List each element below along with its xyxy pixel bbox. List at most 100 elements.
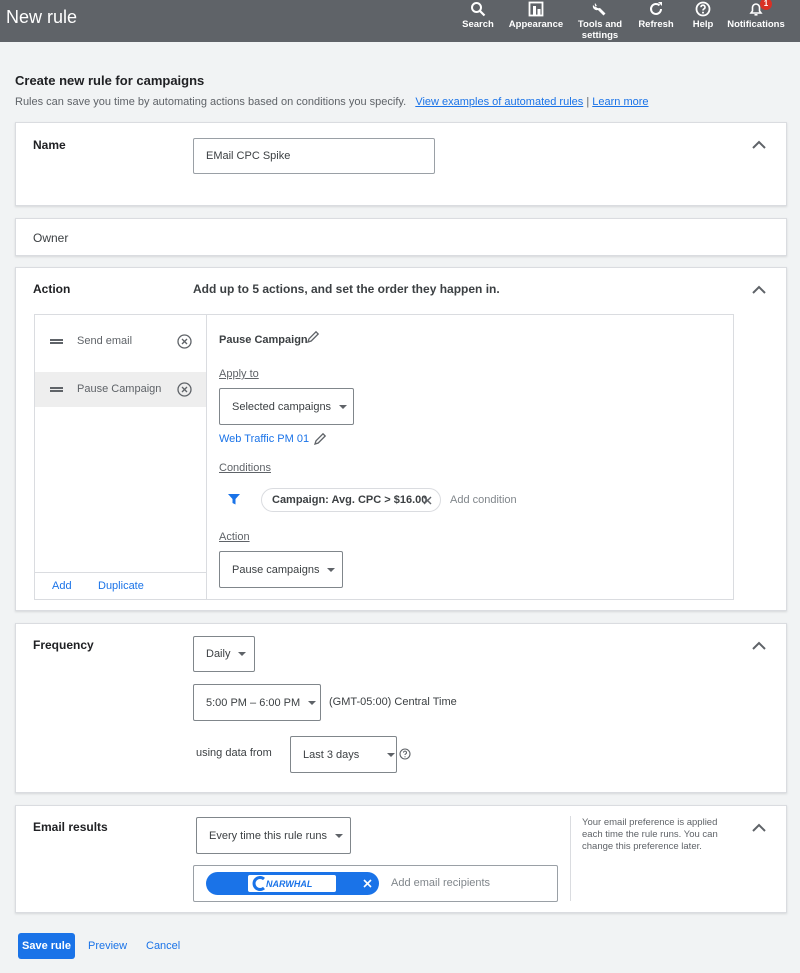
email-frequency-dropdown[interactable]: Every time this rule runs [196,817,351,854]
help-label: Help [692,19,714,30]
action-detail-title: Pause Campaign [219,334,308,346]
search-icon [471,2,486,17]
link-separator: | [586,96,590,108]
date-range-value: Last 3 days [303,748,360,761]
help-icon [695,1,711,17]
remove-circle-icon[interactable] [177,382,192,397]
help-button[interactable]: Help [688,0,718,30]
edit-pencil-icon[interactable] [306,330,320,344]
apply-to-label: Apply to [219,368,259,380]
refresh-button[interactable]: Refresh [636,0,676,30]
recipients-field[interactable]: NARWHAL Add email recipients [193,865,558,902]
recipient-chip-label: NARWHAL [266,879,313,889]
owner-label: Owner [33,231,69,245]
condition-chip[interactable]: Campaign: Avg. CPC > $16.00 [261,488,441,512]
name-input[interactable]: EMail CPC Spike [193,138,435,174]
edit-campaign-pencil-icon[interactable] [313,432,327,446]
add-condition-input[interactable]: Add condition [450,494,517,506]
frequency-label: Frequency [33,638,94,652]
collapse-action-chevron-icon[interactable] [752,285,766,295]
narwhal-logo-icon [252,876,265,891]
dropdown-caret-icon [327,567,336,572]
action-list: Send email Pause Campaign Add Duplicate [35,315,207,599]
collapse-frequency-chevron-icon[interactable] [752,641,766,651]
action-item-label: Pause Campaign [77,383,162,395]
collapse-name-chevron-icon[interactable] [752,140,766,150]
notifications-label: Notifications [727,19,785,30]
action-item-pause-campaign[interactable]: Pause Campaign [35,372,206,407]
recipient-chip[interactable]: NARWHAL [206,872,379,895]
filter-icon [228,494,240,505]
learn-more-link[interactable]: Learn more [592,96,648,108]
apply-to-value: Selected campaigns [232,400,332,413]
action-type-label: Action [219,531,250,543]
notifications-button[interactable]: 1 Notifications [726,0,786,30]
appearance-label: Appearance [508,19,564,30]
email-frequency-value: Every time this rule runs [209,829,327,842]
description-text: Rules can save you time by automating ac… [15,96,407,108]
action-type-value: Pause campaigns [232,563,320,576]
conditions-label: Conditions [219,462,271,474]
list-divider [35,572,206,573]
email-preference-note: Your email preference is applied each ti… [582,817,718,852]
examples-link[interactable]: View examples of automated rules [415,96,583,108]
add-recipients-input[interactable]: Add email recipients [391,877,490,889]
refresh-label: Refresh [638,19,674,30]
dropdown-caret-icon [308,700,317,705]
email-results-card: Email results Every time this rule runs … [15,805,787,913]
dropdown-caret-icon [334,833,343,838]
preview-button[interactable]: Preview [88,940,127,952]
search-button[interactable]: Search [460,0,496,30]
add-action-button[interactable]: Add [52,580,72,592]
drag-handle-icon[interactable] [50,339,63,344]
drag-handle-icon[interactable] [50,387,63,392]
action-item-label: Send email [77,335,133,347]
top-bar: New rule Search Appearance Tools and set… [0,0,800,42]
wrench-icon [592,3,606,16]
search-label: Search [462,19,494,30]
save-rule-button[interactable]: Save rule [18,933,75,959]
dropdown-caret-icon [339,404,348,409]
create-rule-heading: Create new rule for campaigns [15,73,205,88]
email-results-label: Email results [33,820,108,834]
note-divider [570,816,571,901]
tools-label-line2: settings [581,30,619,41]
action-label: Action [33,282,71,296]
page-title: New rule [6,7,78,27]
narwhal-logo: NARWHAL [248,875,336,892]
remove-condition-close-icon[interactable] [423,496,432,505]
cancel-button[interactable]: Cancel [146,940,180,952]
rule-description: Rules can save you time by automating ac… [15,96,649,108]
name-label: Name [33,138,66,152]
using-data-label: using data from [196,747,272,759]
notification-badge: 1 [760,0,772,10]
timezone-text: (GMT-05:00) Central Time [329,696,457,708]
action-card: Action Add up to 5 actions, and set the … [15,267,787,611]
action-item-send-email[interactable]: Send email [35,324,206,359]
tools-settings-button[interactable]: Tools and settings [574,0,626,41]
duplicate-action-button[interactable]: Duplicate [98,580,144,592]
date-range-dropdown[interactable]: Last 3 days [290,736,397,773]
refresh-icon [650,2,662,15]
action-hint: Add up to 5 actions, and set the order t… [193,282,500,296]
appearance-icon [528,1,544,17]
dropdown-caret-icon [238,652,247,656]
name-card: Name EMail CPC Spike [15,122,787,206]
action-editor: Send email Pause Campaign Add Duplicate … [34,314,734,600]
tools-label-line1: Tools and [577,19,623,30]
action-type-dropdown[interactable]: Pause campaigns [219,551,343,588]
appearance-button[interactable]: Appearance [507,0,565,30]
frequency-value: Daily [206,648,231,660]
remove-circle-icon[interactable] [177,334,192,349]
remove-recipient-close-icon[interactable] [363,879,372,888]
frequency-card: Frequency Daily 5:00 PM – 6:00 PM (GMT-0… [15,623,787,793]
dropdown-caret-icon [387,752,396,757]
time-value: 5:00 PM – 6:00 PM [206,696,301,709]
campaign-link[interactable]: Web Traffic PM 01 [219,433,309,445]
apply-to-dropdown[interactable]: Selected campaigns [219,388,354,425]
owner-card[interactable]: Owner [15,218,787,256]
collapse-email-chevron-icon[interactable] [752,823,766,833]
help-circle-icon[interactable] [399,748,411,760]
frequency-dropdown[interactable]: Daily [193,636,255,672]
time-dropdown[interactable]: 5:00 PM – 6:00 PM [193,684,321,721]
